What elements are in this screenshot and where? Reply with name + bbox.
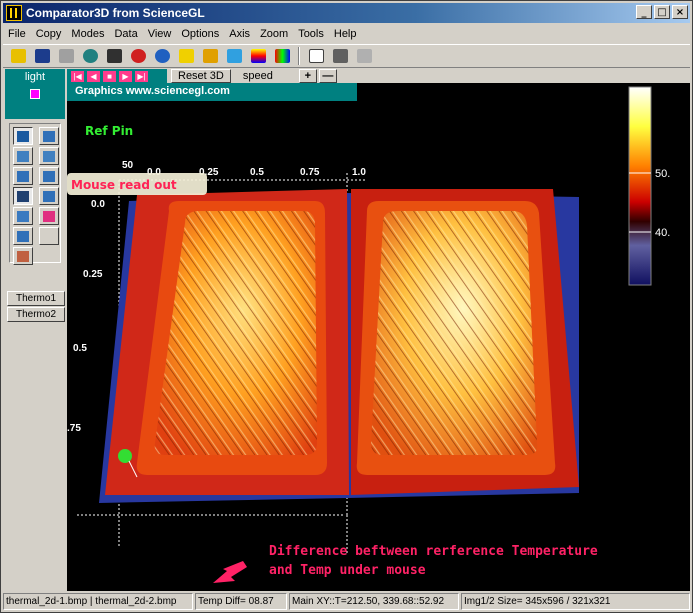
close-button[interactable]: × [672,5,688,19]
menu-bar: File Copy Modes Data View Options Axis Z… [3,24,690,43]
difference-annotation-line1: Difference beftween rerference Temperatu… [269,544,598,559]
speed-minus-button[interactable]: — [318,69,337,83]
pencil-tool-icon[interactable] [13,247,33,265]
speed-label: speed [242,70,273,82]
colorbar [628,86,652,286]
app-window: Comparator3D from ScienceGL _ □ × File C… [0,0,693,613]
empty-tool-slot [39,227,59,245]
tool-palette [9,123,61,265]
copy-tool-icon[interactable] [13,167,33,185]
layers-tool-icon[interactable] [39,167,59,185]
slice-tool-icon[interactable] [13,207,33,225]
stop-icon[interactable]: ■ [103,70,116,82]
pointer-tool-icon[interactable] [39,127,59,145]
colorbar-label-50: 50. [655,168,670,180]
tools-icon[interactable] [353,46,375,66]
light-selector[interactable]: light [5,69,65,119]
ref-pin-tool-icon[interactable] [13,127,33,145]
thermo2-button[interactable]: Thermo2 [7,307,65,322]
left-panel: light Thermo1 Thermo2 [3,69,67,591]
status-files: thermal_2d-1.bmp | thermal_2d-2.bmp [3,593,193,610]
mouse-readout-annotation: Mouse read out [71,178,177,192]
menu-axis[interactable]: Axis [224,28,255,40]
status-main-xy: Main XY::T=212.50, 339.68::52.92 [289,593,459,610]
palette-icon[interactable] [271,46,293,66]
menu-data[interactable]: Data [109,28,142,40]
plane-x-tool-icon[interactable] [13,147,33,165]
status-bar: thermal_2d-1.bmp | thermal_2d-2.bmp Temp… [3,593,690,611]
print-icon[interactable] [55,46,77,66]
next-frame-icon[interactable]: ▶ [119,70,132,82]
x-tick-2: 0.5 [250,167,264,178]
rotate-tool-icon[interactable] [39,187,59,205]
speed-plus-button[interactable]: + [298,69,317,83]
zoom-out-icon[interactable] [151,46,173,66]
x-tick-4: 1.0 [352,167,366,178]
light-2-icon[interactable] [199,46,221,66]
menu-copy[interactable]: Copy [31,28,67,40]
control-bar: |◀ ◀ ■ ▶ ▶| Reset 3D speed + — [67,69,690,83]
y-tick-1: 0.25 [83,269,103,280]
menu-tools[interactable]: Tools [293,28,329,40]
playback-controls: |◀ ◀ ■ ▶ ▶| [67,69,167,83]
toolbar [3,44,690,68]
save-icon[interactable] [31,46,53,66]
minimize-button[interactable]: _ [636,5,652,19]
menu-help[interactable]: Help [329,28,362,40]
ref-pin-annotation: Ref Pin [85,124,133,138]
corner-tick: 50 [122,160,134,171]
colormap-icon[interactable] [247,46,269,66]
prev-frame-icon[interactable]: ◀ [87,70,100,82]
y-tick-3: .75 [67,423,81,434]
menu-options[interactable]: Options [176,28,224,40]
last-frame-icon[interactable]: ▶| [135,70,148,82]
app-icon [6,5,22,21]
light-color-swatch[interactable] [30,89,40,99]
menu-file[interactable]: File [3,28,31,40]
x-tick-3: 0.75 [300,167,320,178]
maximize-button[interactable]: □ [654,5,670,19]
zoom-in-icon[interactable] [127,46,149,66]
window-title: Comparator3D from ScienceGL [26,6,205,20]
light-label: light [24,71,46,83]
open-folder-icon[interactable] [7,46,29,66]
surface-icon[interactable] [223,46,245,66]
graphics-canvas[interactable]: Graphics www.sciencegl.com 50 0.0 0.25 0… [67,83,690,591]
status-temp-diff: Temp Diff= 08.87 [195,593,287,610]
plane-y-tool-icon[interactable] [39,147,59,165]
title-bar[interactable]: Comparator3D from ScienceGL _ □ × [3,3,690,23]
left-chip [136,201,327,475]
ref-pin-marker[interactable] [118,449,132,463]
menu-zoom[interactable]: Zoom [255,28,293,40]
camera-icon[interactable] [103,46,125,66]
menu-view[interactable]: View [143,28,177,40]
light-icon[interactable] [175,46,197,66]
y-tick-0: 0.0 [91,199,105,210]
grid-icon[interactable] [305,46,327,66]
histogram-tool-icon[interactable] [13,227,33,245]
y-tick-2: 0.5 [73,343,87,354]
mouse-readout-tool-icon[interactable] [13,187,33,205]
menu-modes[interactable]: Modes [66,28,109,40]
toolbar-divider [298,47,300,65]
status-img-size: Img1/2 Size= 345x596 / 321x321 [461,593,690,610]
reset-3d-button[interactable]: Reset 3D [171,69,231,83]
difference-annotation-line2: and Temp under mouse [269,563,426,578]
colorbar-label-40: 40. [655,227,670,239]
compare-icon[interactable] [329,46,351,66]
color-tool-icon[interactable] [39,207,59,225]
right-chip [356,201,556,475]
plot-3d[interactable]: 50 0.0 0.25 0.5 0.75 1.0 0.0 0.25 0.5 .7… [67,83,690,591]
first-frame-icon[interactable]: |◀ [71,70,84,82]
thermo1-button[interactable]: Thermo1 [7,291,65,306]
globe-icon[interactable] [79,46,101,66]
difference-arrow [213,561,247,583]
